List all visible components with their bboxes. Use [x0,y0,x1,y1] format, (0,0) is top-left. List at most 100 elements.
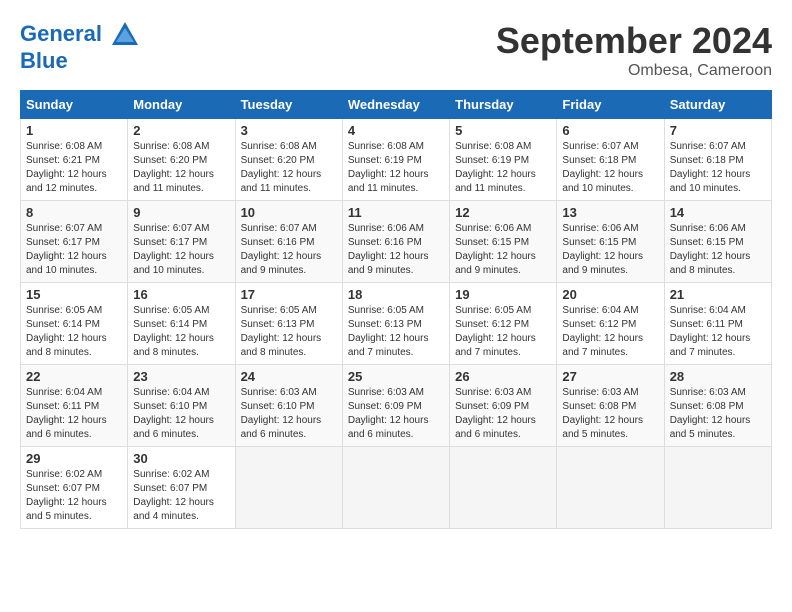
day-number: 10 [241,205,337,220]
calendar-cell: 28 Sunrise: 6:03 AM Sunset: 6:08 PM Dayli… [664,365,771,447]
day-number: 28 [670,369,766,384]
day-number: 24 [241,369,337,384]
calendar-cell: 26 Sunrise: 6:03 AM Sunset: 6:09 PM Dayli… [450,365,557,447]
day-number: 19 [455,287,551,302]
calendar-cell: 17Sunrise: 6:05 AM Sunset: 6:13 PM Dayli… [235,283,342,365]
day-info: Sunrise: 6:05 AM Sunset: 6:14 PM Dayligh… [26,304,122,360]
col-header-sunday: Sunday [21,91,128,119]
day-info: Sunrise: 6:05 AM Sunset: 6:14 PM Dayligh… [133,304,229,360]
week-row-2: 8 Sunrise: 6:07 AM Sunset: 6:17 PM Daylig… [21,201,772,283]
day-info: Sunrise: 6:05 AM Sunset: 6:13 PM Dayligh… [348,304,444,360]
day-number: 8 [26,205,122,220]
calendar-cell: 30 Sunrise: 6:02 AM Sunset: 6:07 PM Dayli… [128,447,235,529]
col-header-wednesday: Wednesday [342,91,449,119]
day-info: Sunrise: 6:08 AM Sunset: 6:20 PM Dayligh… [133,140,229,196]
calendar-cell: 15 Sunrise: 6:05 AM Sunset: 6:14 PM Dayli… [21,283,128,365]
day-number: 13 [562,205,658,220]
day-number: 29 [26,451,122,466]
calendar-cell: 12Sunrise: 6:06 AM Sunset: 6:15 PM Dayli… [450,201,557,283]
calendar-cell [342,447,449,529]
calendar-cell [235,447,342,529]
day-number: 11 [348,205,444,220]
calendar-cell: 6 Sunrise: 6:07 AM Sunset: 6:18 PM Daylig… [557,119,664,201]
calendar-cell: 20 Sunrise: 6:04 AM Sunset: 6:12 PM Dayli… [557,283,664,365]
day-number: 20 [562,287,658,302]
day-number: 15 [26,287,122,302]
day-number: 9 [133,205,229,220]
day-info: Sunrise: 6:07 AM Sunset: 6:17 PM Dayligh… [26,222,122,278]
day-info: Sunrise: 6:04 AM Sunset: 6:11 PM Dayligh… [26,386,122,442]
day-number: 27 [562,369,658,384]
day-info: Sunrise: 6:07 AM Sunset: 6:16 PM Dayligh… [241,222,337,278]
day-number: 1 [26,123,122,138]
page-header: General Blue September 2024 Ombesa, Came… [20,20,772,80]
week-row-5: 29 Sunrise: 6:02 AM Sunset: 6:07 PM Dayli… [21,447,772,529]
day-number: 6 [562,123,658,138]
day-number: 23 [133,369,229,384]
day-info: Sunrise: 6:06 AM Sunset: 6:15 PM Dayligh… [562,222,658,278]
day-info: Sunrise: 6:04 AM Sunset: 6:11 PM Dayligh… [670,304,766,360]
calendar-cell: 8 Sunrise: 6:07 AM Sunset: 6:17 PM Daylig… [21,201,128,283]
day-info: Sunrise: 6:05 AM Sunset: 6:12 PM Dayligh… [455,304,551,360]
calendar-cell: 2 Sunrise: 6:08 AM Sunset: 6:20 PM Daylig… [128,119,235,201]
day-number: 26 [455,369,551,384]
calendar-cell: 9 Sunrise: 6:07 AM Sunset: 6:17 PM Daylig… [128,201,235,283]
week-row-3: 15 Sunrise: 6:05 AM Sunset: 6:14 PM Dayli… [21,283,772,365]
location: Ombesa, Cameroon [496,62,772,80]
col-header-thursday: Thursday [450,91,557,119]
calendar-cell: 16 Sunrise: 6:05 AM Sunset: 6:14 PM Dayli… [128,283,235,365]
day-number: 5 [455,123,551,138]
day-number: 14 [670,205,766,220]
calendar-cell [664,447,771,529]
logo-icon [110,20,140,50]
calendar-cell: 22Sunrise: 6:04 AM Sunset: 6:11 PM Dayli… [21,365,128,447]
week-row-1: 1 Sunrise: 6:08 AM Sunset: 6:21 PM Daylig… [21,119,772,201]
calendar-cell: 23Sunrise: 6:04 AM Sunset: 6:10 PM Dayli… [128,365,235,447]
col-header-saturday: Saturday [664,91,771,119]
calendar-cell: 1 Sunrise: 6:08 AM Sunset: 6:21 PM Daylig… [21,119,128,201]
day-number: 16 [133,287,229,302]
day-info: Sunrise: 6:03 AM Sunset: 6:09 PM Dayligh… [348,386,444,442]
calendar-cell: 21 Sunrise: 6:04 AM Sunset: 6:11 PM Dayli… [664,283,771,365]
logo-general: General [20,21,102,46]
day-info: Sunrise: 6:08 AM Sunset: 6:21 PM Dayligh… [26,140,122,196]
day-info: Sunrise: 6:04 AM Sunset: 6:12 PM Dayligh… [562,304,658,360]
day-info: Sunrise: 6:08 AM Sunset: 6:19 PM Dayligh… [348,140,444,196]
day-info: Sunrise: 6:08 AM Sunset: 6:20 PM Dayligh… [241,140,337,196]
col-header-monday: Monday [128,91,235,119]
calendar-cell: 14Sunrise: 6:06 AM Sunset: 6:15 PM Dayli… [664,201,771,283]
calendar-cell: 11 Sunrise: 6:06 AM Sunset: 6:16 PM Dayli… [342,201,449,283]
day-number: 4 [348,123,444,138]
calendar-cell: 18 Sunrise: 6:05 AM Sunset: 6:13 PM Dayli… [342,283,449,365]
calendar-header-row: SundayMondayTuesdayWednesdayThursdayFrid… [21,91,772,119]
day-info: Sunrise: 6:03 AM Sunset: 6:09 PM Dayligh… [455,386,551,442]
day-info: Sunrise: 6:06 AM Sunset: 6:16 PM Dayligh… [348,222,444,278]
day-info: Sunrise: 6:03 AM Sunset: 6:08 PM Dayligh… [670,386,766,442]
day-info: Sunrise: 6:07 AM Sunset: 6:18 PM Dayligh… [562,140,658,196]
day-number: 2 [133,123,229,138]
calendar-cell: 10 Sunrise: 6:07 AM Sunset: 6:16 PM Dayli… [235,201,342,283]
day-info: Sunrise: 6:07 AM Sunset: 6:17 PM Dayligh… [133,222,229,278]
day-number: 21 [670,287,766,302]
day-info: Sunrise: 6:08 AM Sunset: 6:19 PM Dayligh… [455,140,551,196]
day-number: 30 [133,451,229,466]
day-info: Sunrise: 6:05 AM Sunset: 6:13 PM Dayligh… [241,304,337,360]
day-info: Sunrise: 6:02 AM Sunset: 6:07 PM Dayligh… [133,468,229,524]
calendar-cell: 13 Sunrise: 6:06 AM Sunset: 6:15 PM Dayli… [557,201,664,283]
day-number: 18 [348,287,444,302]
col-header-tuesday: Tuesday [235,91,342,119]
day-number: 12 [455,205,551,220]
calendar-cell: 19 Sunrise: 6:05 AM Sunset: 6:12 PM Dayli… [450,283,557,365]
month-title: September 2024 [496,20,772,62]
calendar-cell [450,447,557,529]
calendar-cell: 24Sunrise: 6:03 AM Sunset: 6:10 PM Dayli… [235,365,342,447]
logo-blue: Blue [20,50,140,72]
calendar-cell: 25 Sunrise: 6:03 AM Sunset: 6:09 PM Dayli… [342,365,449,447]
week-row-4: 22Sunrise: 6:04 AM Sunset: 6:11 PM Dayli… [21,365,772,447]
day-number: 7 [670,123,766,138]
day-number: 25 [348,369,444,384]
day-info: Sunrise: 6:03 AM Sunset: 6:08 PM Dayligh… [562,386,658,442]
day-info: Sunrise: 6:02 AM Sunset: 6:07 PM Dayligh… [26,468,122,524]
calendar-table: SundayMondayTuesdayWednesdayThursdayFrid… [20,90,772,529]
calendar-cell: 5 Sunrise: 6:08 AM Sunset: 6:19 PM Daylig… [450,119,557,201]
